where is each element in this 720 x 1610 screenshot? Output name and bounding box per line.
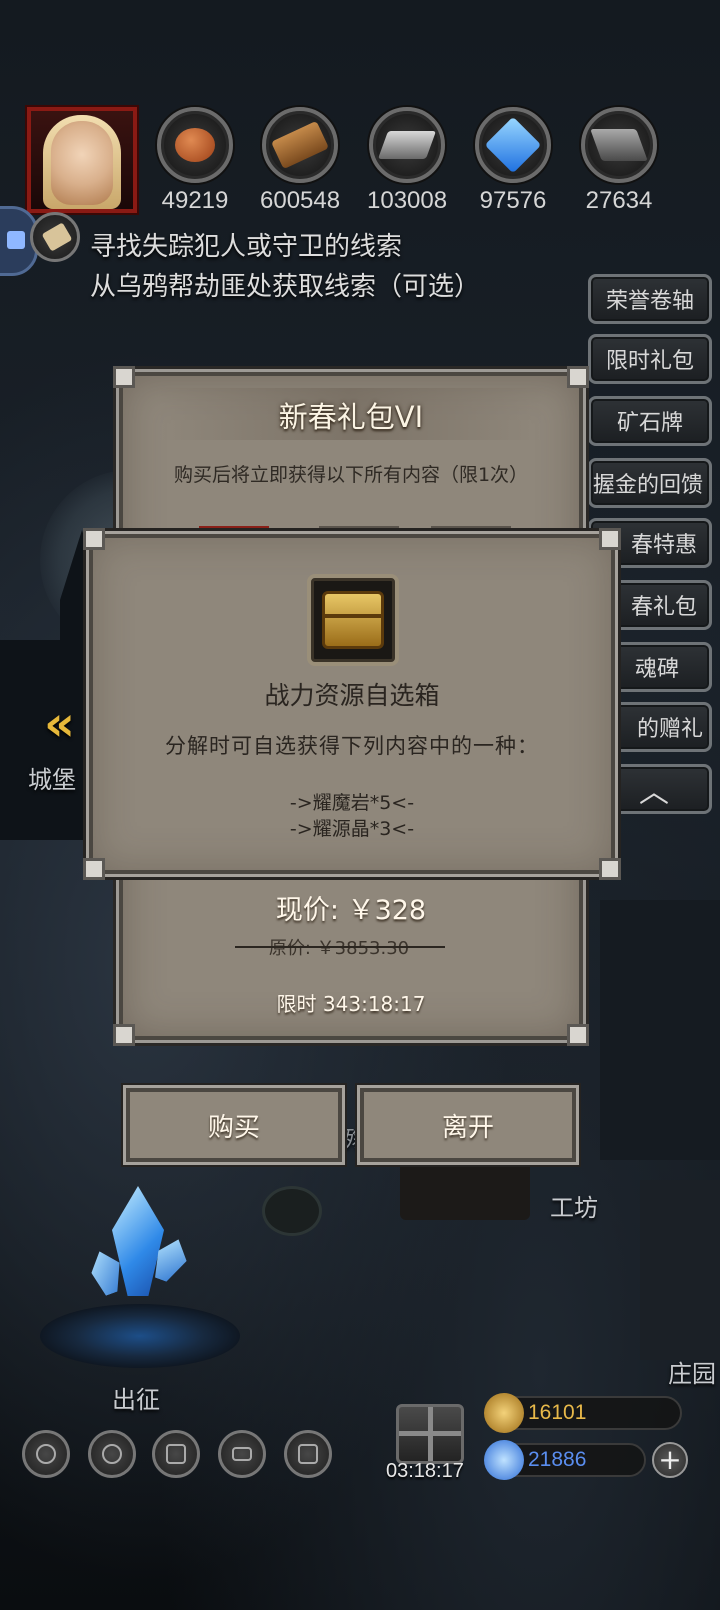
side-menu-gold-reward[interactable]: 握金的回馈 <box>588 458 712 508</box>
guild-banner-icon[interactable] <box>152 1430 200 1478</box>
gold-display: 16101 <box>484 1393 682 1433</box>
resource-crystal-value: 97576 <box>479 187 547 214</box>
castle-label[interactable]: 城堡 <box>28 760 76 795</box>
settings-gear-icon[interactable] <box>22 1430 70 1478</box>
resource-wood-value: 600548 <box>260 187 341 214</box>
limited-time-countdown: 限时 343:18:17 <box>276 992 426 1016</box>
manor-label[interactable]: 庄园 <box>668 1354 716 1389</box>
dialog-corner <box>113 1024 135 1046</box>
cauldron <box>262 1186 322 1236</box>
mail-icon[interactable] <box>218 1430 266 1478</box>
tooltip-corner <box>599 858 621 880</box>
tooltip-corner <box>599 528 621 550</box>
dialog-corner <box>567 1024 589 1046</box>
dialog-title: 新春礼包VI <box>278 400 424 434</box>
gift-timer: 03:18:17 <box>386 1460 464 1482</box>
meat-icon <box>157 107 233 183</box>
dialog-corner <box>567 366 589 388</box>
player-avatar[interactable] <box>27 107 137 213</box>
right-building <box>600 900 720 1160</box>
gem-icon <box>484 1440 524 1480</box>
treasure-chest-icon <box>322 591 384 649</box>
resource-iron-value: 103008 <box>367 187 448 214</box>
item-name: 战力资源自选箱 <box>264 681 440 710</box>
ore-icon <box>581 107 657 183</box>
resource-wood[interactable]: 600548 <box>260 107 340 215</box>
side-menu-honor-scroll[interactable]: 荣誉卷轴 <box>588 274 712 324</box>
chevron-up-icon: ︿ <box>639 775 669 810</box>
gift-box-icon[interactable] <box>396 1404 464 1464</box>
item-description: 分解时可自选获得下列内容中的一种： <box>165 734 539 758</box>
workshop-label[interactable]: 工坊 <box>550 1188 598 1223</box>
item-slot <box>307 574 399 666</box>
dialog-subtitle: 购买后将立即获得以下所有内容（限1次） <box>173 464 529 486</box>
resource-meat[interactable]: 49219 <box>155 107 235 215</box>
chevron-left-icon[interactable]: « <box>44 696 75 752</box>
expedition-crystal-icon <box>112 1186 164 1296</box>
dialog-corner <box>113 366 135 388</box>
wood-icon <box>262 107 338 183</box>
item-option: ->耀魔岩*5<- <box>289 792 415 814</box>
manor-building <box>640 1180 720 1360</box>
buy-button[interactable]: 购买 <box>126 1088 342 1162</box>
tooltip-corner <box>83 528 105 550</box>
side-menu-limited-pack[interactable]: 限时礼包 <box>588 334 712 384</box>
item-tooltip: 战力资源自选箱 分解时可自选获得下列内容中的一种： ->耀魔岩*5<- ->耀源… <box>83 528 621 880</box>
gem-value: 21886 <box>528 1448 587 1471</box>
leave-button[interactable]: 离开 <box>360 1088 576 1162</box>
achievement-star-icon[interactable] <box>88 1430 136 1478</box>
resource-iron[interactable]: 103008 <box>367 107 447 215</box>
gem-display: 21886 <box>484 1440 646 1480</box>
expedition-label[interactable]: 出征 <box>112 1380 160 1415</box>
quest-line-2[interactable]: 从乌鸦帮劫匪处获取线索（可选） <box>90 266 480 303</box>
strikethrough-line <box>235 946 445 948</box>
current-price: 现价: ￥328 <box>275 895 427 926</box>
quest-icon[interactable] <box>30 212 80 262</box>
expedition-pedestal[interactable] <box>40 1304 240 1368</box>
inventory-chest-icon[interactable] <box>284 1430 332 1478</box>
gold-value: 16101 <box>528 1401 587 1424</box>
gold-coin-icon <box>484 1393 524 1433</box>
chat-icon <box>7 231 25 249</box>
tooltip-corner <box>83 858 105 880</box>
avatar-face <box>51 121 113 205</box>
iron-icon <box>369 107 445 183</box>
resource-crystal[interactable]: 97576 <box>473 107 553 215</box>
quest-line-1[interactable]: 寻找失踪犯人或守卫的线索 <box>90 226 402 263</box>
item-option: ->耀源晶*3<- <box>289 818 415 840</box>
resource-meat-value: 49219 <box>161 187 229 214</box>
crystal-icon <box>475 107 551 183</box>
resource-ore-value: 27634 <box>585 187 653 214</box>
resource-ore[interactable]: 27634 <box>579 107 659 215</box>
add-currency-button[interactable]: + <box>652 1442 688 1478</box>
workshop-cart <box>400 1160 530 1220</box>
side-menu-ore-tablet[interactable]: 矿石牌 <box>588 396 712 446</box>
scroll-icon <box>41 222 73 252</box>
